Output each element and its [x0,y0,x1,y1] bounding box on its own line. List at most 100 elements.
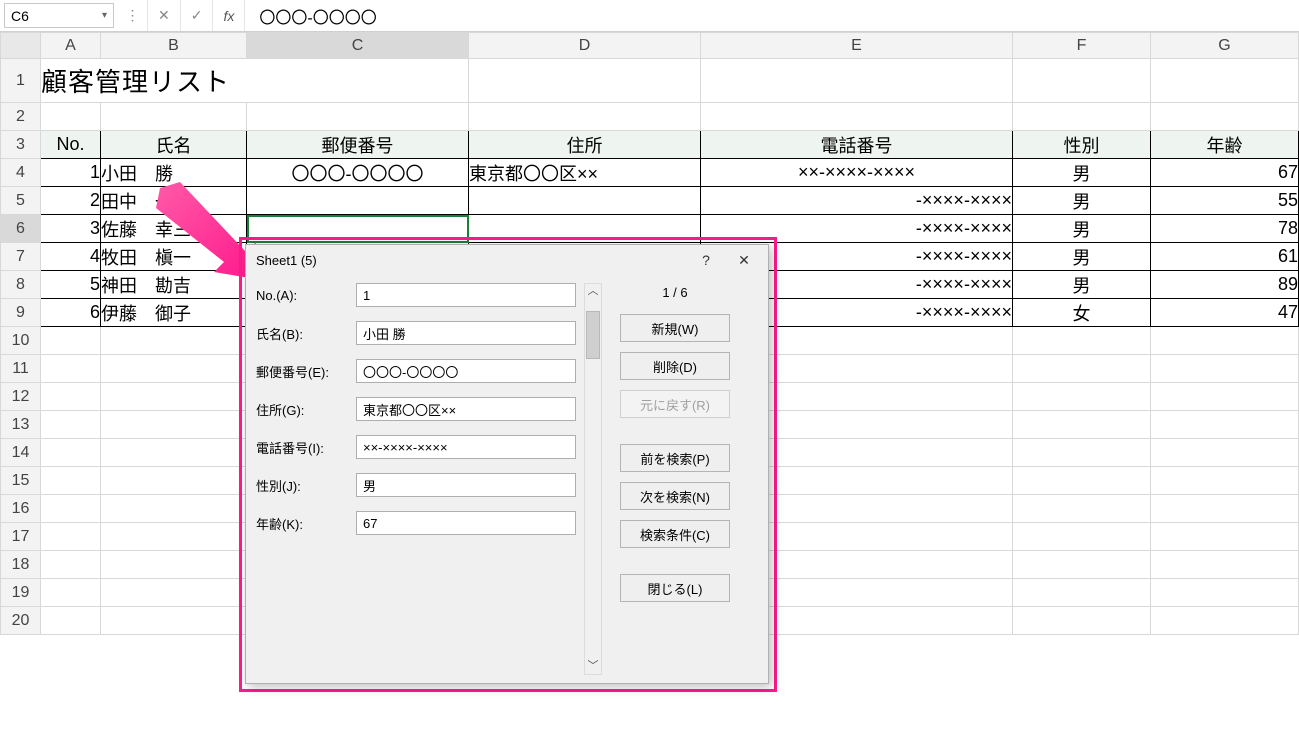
cell[interactable]: ××-××××-×××× [701,159,1013,187]
row-header[interactable]: 16 [1,495,41,523]
cell[interactable]: 89 [1151,271,1299,299]
fx-icon[interactable]: fx [213,0,245,31]
select-all-corner[interactable] [1,33,41,59]
row-header[interactable]: 11 [1,355,41,383]
delete-button[interactable]: 削除(D) [620,352,730,380]
cell[interactable] [469,215,701,243]
row-header[interactable]: 3 [1,131,41,159]
age-input[interactable] [356,511,576,535]
close-icon[interactable]: ✕ [726,249,762,271]
cell[interactable]: 牧田 槇一 [101,243,247,271]
row-header[interactable]: 2 [1,103,41,131]
row-header[interactable]: 1 [1,59,41,103]
name-input[interactable] [356,321,576,345]
cell[interactable]: 2 [41,187,101,215]
cell[interactable]: 5 [41,271,101,299]
cell[interactable]: 男 [1013,159,1151,187]
chevron-down-icon: ▾ [102,10,107,21]
cell[interactable]: 4 [41,243,101,271]
cell[interactable]: 61 [1151,243,1299,271]
tel-input[interactable] [356,435,576,459]
no-input[interactable] [356,283,576,307]
col-header[interactable]: G [1151,33,1299,59]
cell[interactable]: 小田 勝 [101,159,247,187]
row-header[interactable]: 10 [1,327,41,355]
data-header[interactable]: 住所 [469,131,701,159]
row-header[interactable]: 15 [1,467,41,495]
table-row: 6 3 佐藤 幸三 -××××-×××× 男 78 [1,215,1299,243]
cell[interactable]: 神田 勘吉 [101,271,247,299]
cell[interactable]: 男 [1013,187,1151,215]
row-header[interactable]: 9 [1,299,41,327]
check-icon[interactable]: ✓ [181,0,214,31]
row-header[interactable]: 18 [1,551,41,579]
row-header[interactable]: 4 [1,159,41,187]
row-header[interactable]: 13 [1,411,41,439]
data-header[interactable]: 性別 [1013,131,1151,159]
row-header[interactable]: 6 [1,215,41,243]
data-header[interactable]: 年齢 [1151,131,1299,159]
cell[interactable]: 東京都〇〇区×× [469,159,701,187]
zip-input[interactable] [356,359,576,383]
cell[interactable]: -××××-×××× [701,187,1013,215]
row-header[interactable]: 12 [1,383,41,411]
cancel-icon[interactable]: ✕ [148,0,181,31]
cell[interactable]: 男 [1013,243,1151,271]
cell[interactable]: 女 [1013,299,1151,327]
cell[interactable]: 67 [1151,159,1299,187]
cell[interactable]: 47 [1151,299,1299,327]
cell[interactable] [469,187,701,215]
col-header[interactable]: D [469,33,701,59]
scroll-up-icon[interactable]: ︿ [588,286,599,297]
find-next-button[interactable]: 次を検索(N) [620,482,730,510]
cell[interactable]: 6 [41,299,101,327]
row-header[interactable]: 19 [1,579,41,607]
scroll-thumb[interactable] [586,311,600,359]
col-header[interactable]: E [701,33,1013,59]
cell[interactable]: -××××-×××× [701,215,1013,243]
data-header[interactable]: No. [41,131,101,159]
row-header[interactable]: 14 [1,439,41,467]
cell[interactable] [247,187,469,215]
cell[interactable]: 佐藤 幸三 [101,215,247,243]
data-header[interactable]: 郵便番号 [247,131,469,159]
col-header[interactable]: F [1013,33,1151,59]
criteria-button[interactable]: 検索条件(C) [620,520,730,548]
data-header[interactable]: 氏名 [101,131,247,159]
scroll-down-icon[interactable]: ﹀ [588,661,599,672]
formula-input[interactable]: 〇〇〇-〇〇〇〇 [245,0,1299,31]
close-button[interactable]: 閉じる(L) [620,574,730,602]
row-header[interactable]: 5 [1,187,41,215]
row-header[interactable]: 8 [1,271,41,299]
name-box[interactable]: C6 ▾ [4,3,114,28]
col-header[interactable]: B [101,33,247,59]
find-prev-button[interactable]: 前を検索(P) [620,444,730,472]
data-header[interactable]: 電話番号 [701,131,1013,159]
new-button[interactable]: 新規(W) [620,314,730,342]
cell[interactable]: 78 [1151,215,1299,243]
field-label: 性別(J): [256,476,356,495]
cell[interactable]: 1 [41,159,101,187]
addr-input[interactable] [356,397,576,421]
cell[interactable]: 〇〇〇-〇〇〇〇 [247,159,469,187]
cell[interactable]: 田中 一 [101,187,247,215]
cell[interactable]: 伊藤 御子 [101,299,247,327]
sex-input[interactable] [356,473,576,497]
cell[interactable]: 男 [1013,271,1151,299]
dialog-scrollbar[interactable]: ︿ ﹀ [584,283,602,675]
table-row: 3 No. 氏名 郵便番号 住所 電話番号 性別 年齢 [1,131,1299,159]
sheet-title[interactable]: 顧客管理リスト [41,59,469,103]
cell[interactable]: 55 [1151,187,1299,215]
row-header[interactable]: 17 [1,523,41,551]
row-header[interactable]: 7 [1,243,41,271]
col-header[interactable]: A [41,33,101,59]
cell[interactable]: 男 [1013,215,1151,243]
field-label: 氏名(B): [256,324,356,343]
field-tel: 電話番号(I): [256,435,576,459]
help-button[interactable]: ? [688,249,724,271]
cell[interactable]: 3 [41,215,101,243]
row-header[interactable]: 20 [1,607,41,635]
col-header[interactable]: C [247,33,469,59]
dots-icon[interactable]: ⋮ [118,0,148,31]
cell-selected[interactable] [247,215,469,243]
